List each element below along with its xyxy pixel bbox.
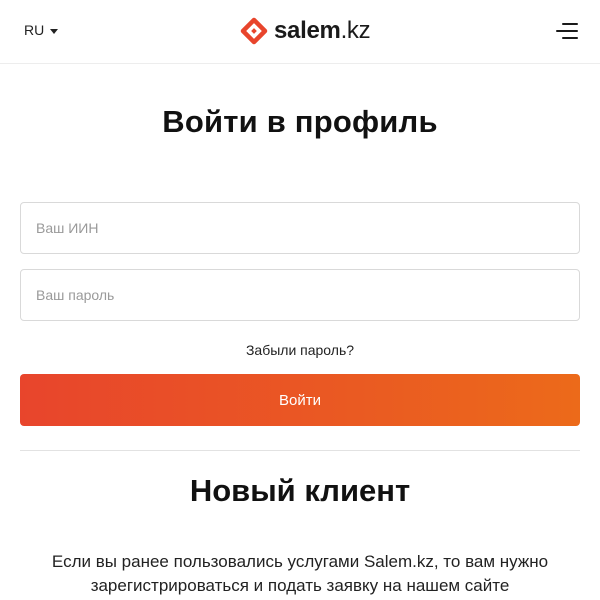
logo-wordmark: salem.kz [274, 17, 371, 45]
logo-brand: salem [274, 17, 341, 44]
language-label: RU [24, 22, 45, 38]
iin-input[interactable] [20, 202, 580, 254]
logo-tld: .kz [340, 17, 371, 44]
forgot-password-link[interactable]: Забыли пароль? [246, 342, 354, 358]
forgot-password-link-row: Забыли пароль? [0, 342, 600, 358]
caret-down-icon [50, 28, 59, 34]
salem-logo-icon [240, 17, 268, 45]
site-logo[interactable]: salem.kz [240, 14, 371, 48]
login-title: Войти в профиль [162, 104, 438, 139]
new-client-description: Если вы ранее пользовались услугами Sale… [51, 552, 549, 595]
language-selector[interactable]: RU [24, 22, 59, 38]
hamburger-menu-icon[interactable] [554, 20, 578, 42]
login-button[interactable]: Войти [20, 374, 580, 426]
site-header: RU salem.kz [0, 0, 600, 64]
section-divider [20, 450, 580, 451]
password-input[interactable] [20, 269, 580, 321]
new-client-title: Новый клиент [189, 473, 411, 508]
page: RU salem.kz Войти в профиль Забыли парол… [0, 0, 600, 600]
